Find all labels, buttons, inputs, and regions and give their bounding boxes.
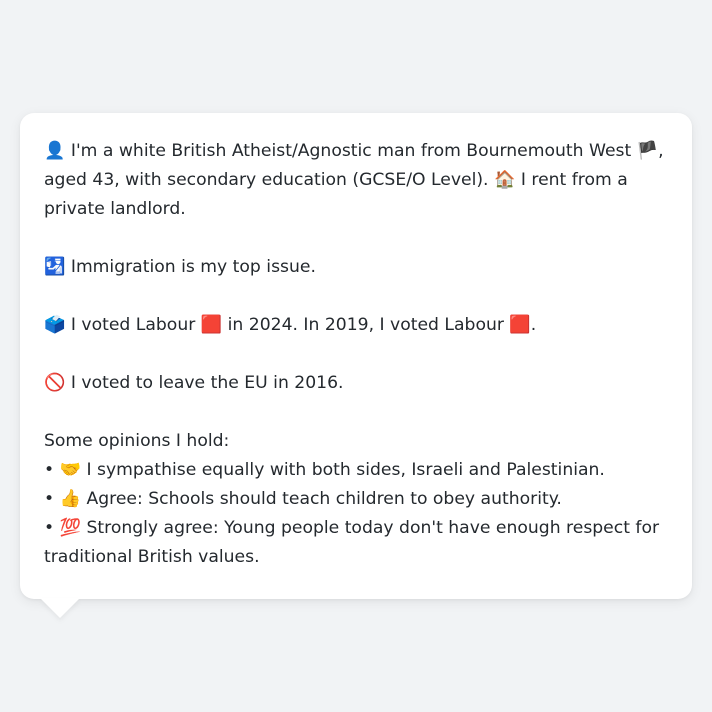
opinion-item: • 🤝 I sympathise equally with both sides… [44,456,668,485]
thumbs-up-icon: 👍 [59,489,82,509]
brexit-text: I voted to leave the EU in 2016. [70,373,344,393]
bubble-tail [40,598,80,618]
bullet: • [44,518,55,538]
england-flag-icon: 🏴 [636,141,659,161]
opinion-text: Strongly agree: Young people today don't… [44,518,660,567]
opinion-item: • 💯 Strongly agree: Young people today d… [44,514,668,572]
red-square-icon: 🟥 [200,315,223,335]
ballot-box-icon: 🗳️ [44,315,66,335]
voting-text: I voted Labour [70,315,196,335]
voting-paragraph: 🗳️ I voted Labour 🟥 in 2024. In 2019, I … [44,311,668,340]
bullet: • [44,460,55,480]
voting-2019-text: in 2024. In 2019, I voted Labour [227,315,504,335]
passport-control-icon: 🛂 [44,257,66,277]
handshake-icon: 🤝 [59,460,82,480]
bio-paragraph: 👤 I'm a white British Atheist/Agnostic m… [44,137,668,224]
opinions-section: Some opinions I hold: • 🤝 I sympathise e… [44,427,668,572]
house-icon: 🏠 [493,170,516,190]
bullet: • [44,489,55,509]
top-issue-paragraph: 🛂 Immigration is my top issue. [44,253,668,282]
red-square-icon: 🟥 [509,315,531,335]
opinion-text: I sympathise equally with both sides, Is… [86,460,605,480]
voting-end-text: . [530,315,537,335]
opinions-heading: Some opinions I hold: [44,431,230,451]
brexit-paragraph: 🚫 I voted to leave the EU in 2016. [44,369,668,398]
person-silhouette-icon: 👤 [44,141,66,161]
opinion-text: Agree: Schools should teach children to … [86,489,562,509]
hundred-points-icon: 💯 [59,518,82,538]
opinion-item: • 👍 Agree: Schools should teach children… [44,485,668,514]
prohibited-icon: 🚫 [44,373,66,393]
bio-text: I'm a white British Atheist/Agnostic man… [70,141,632,161]
persona-message-bubble: 👤 I'm a white British Atheist/Agnostic m… [20,113,692,599]
top-issue-text: Immigration is my top issue. [70,257,316,277]
